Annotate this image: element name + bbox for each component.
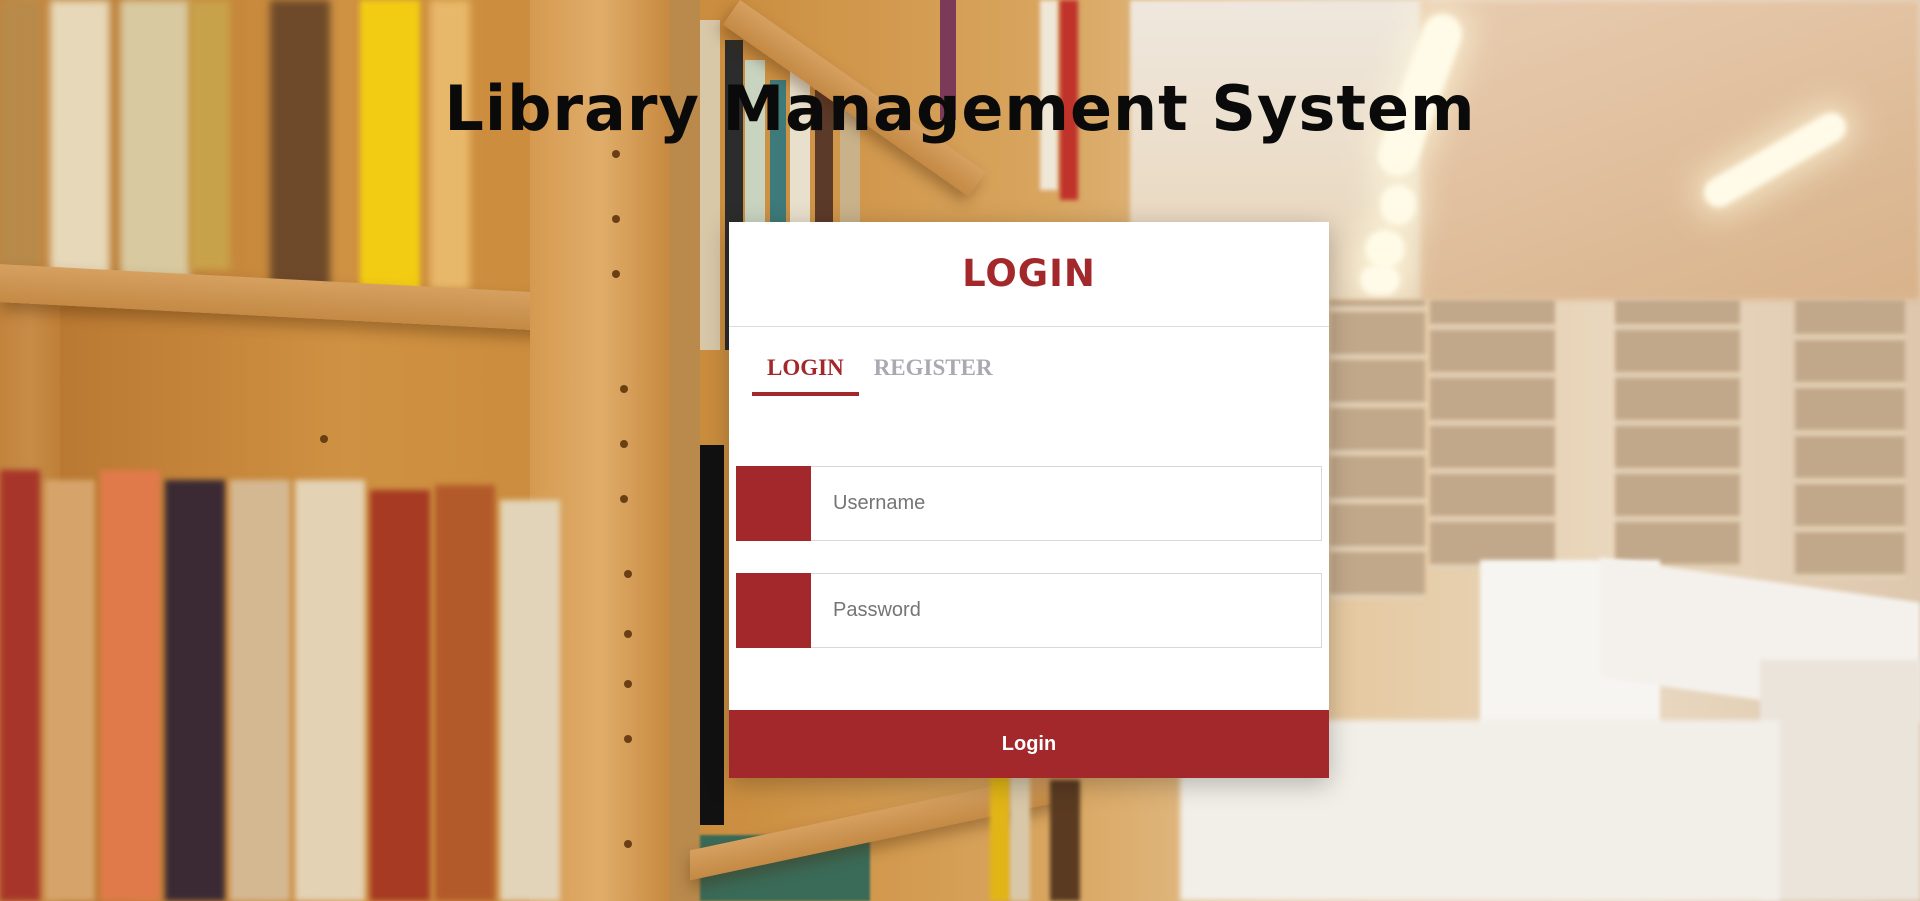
login-card: LOGIN LOGIN REGISTER Login xyxy=(729,222,1329,778)
password-input[interactable] xyxy=(811,574,1321,647)
user-icon xyxy=(736,466,811,541)
login-card-header: LOGIN xyxy=(729,222,1329,327)
login-button[interactable]: Login xyxy=(729,710,1329,778)
lock-icon xyxy=(736,573,811,648)
page-title: Library Management System xyxy=(444,72,1476,145)
username-input[interactable] xyxy=(811,467,1321,540)
tab-register[interactable]: REGISTER xyxy=(859,348,1008,396)
tab-login[interactable]: LOGIN xyxy=(752,348,859,396)
password-field-group xyxy=(736,573,1322,648)
auth-tabs: LOGIN REGISTER xyxy=(752,348,1008,396)
username-field-group xyxy=(736,466,1322,541)
